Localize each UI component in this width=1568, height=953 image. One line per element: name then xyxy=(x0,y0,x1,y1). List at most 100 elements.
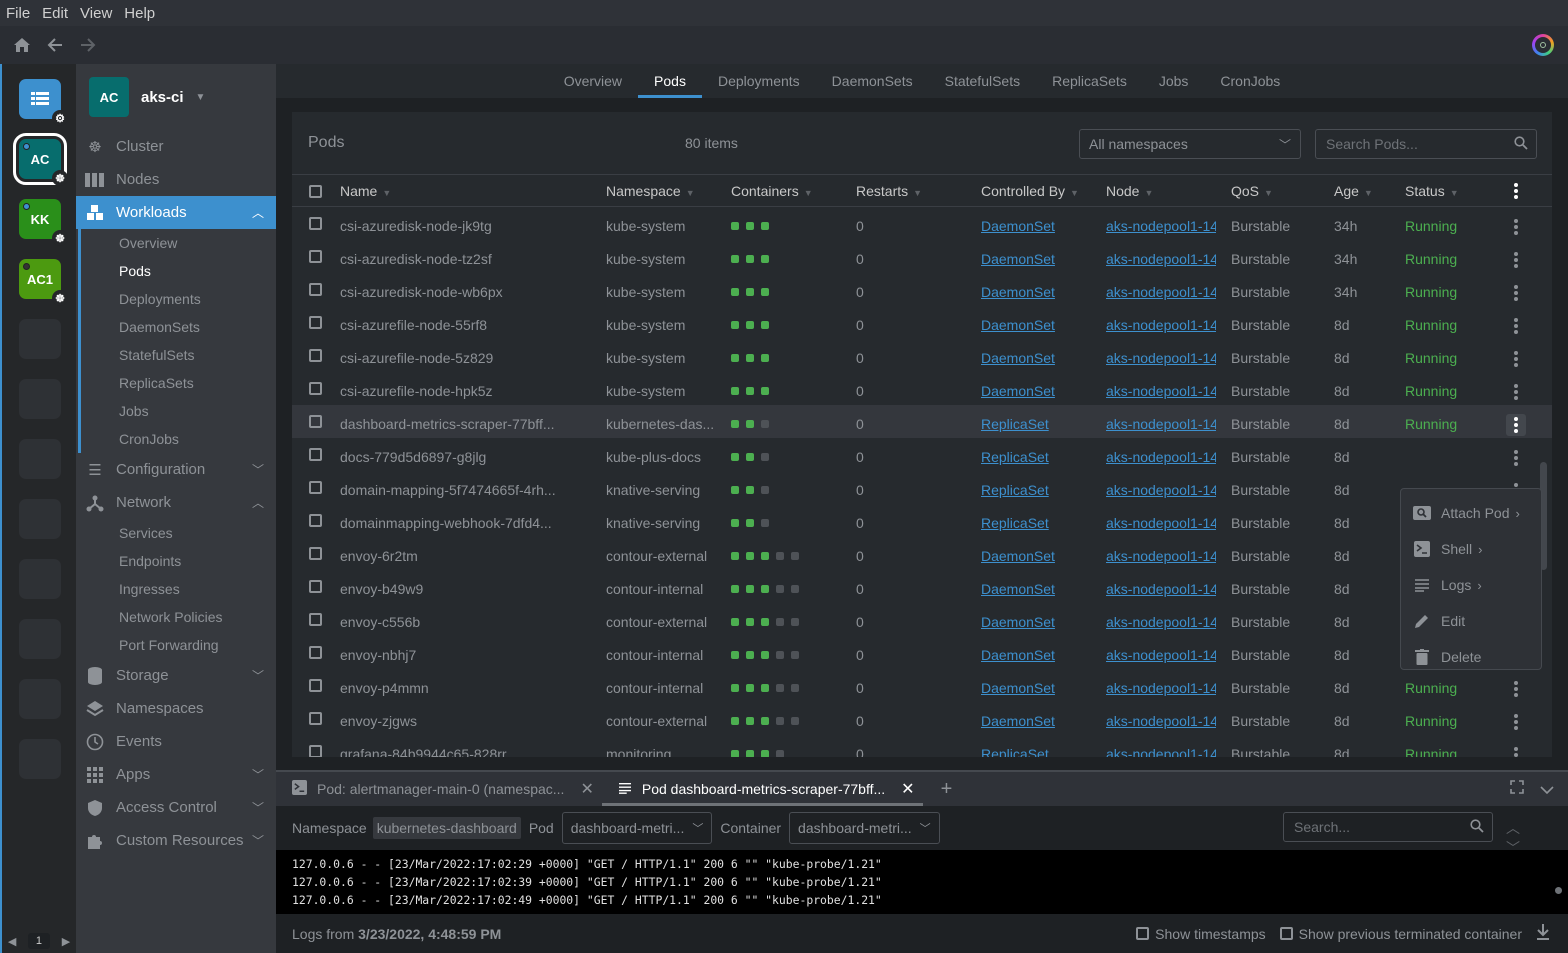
sidebar-item-cluster[interactable]: ☸ Cluster xyxy=(76,130,276,163)
sidebar-item-storage[interactable]: Storage ﹀ xyxy=(76,659,276,692)
table-row[interactable]: envoy-nbhj7 contour-internal 0 DaemonSet aks… xyxy=(292,636,1552,669)
hotbar-empty-slot[interactable] xyxy=(19,319,61,359)
namespace-select[interactable]: All namespaces ﹀ xyxy=(1079,129,1301,159)
row-menu-button[interactable] xyxy=(1506,711,1526,733)
menu-item-shell[interactable]: Shell › xyxy=(1401,531,1541,567)
pod-select[interactable]: dashboard-metri... ﹀ xyxy=(561,812,713,844)
column-status[interactable]: Status ▼ xyxy=(1405,183,1459,199)
table-row[interactable]: csi-azurefile-node-hpk5z kube-system 0 Daem… xyxy=(292,372,1552,405)
row-menu-button[interactable] xyxy=(1506,282,1526,304)
arrow-right-icon[interactable] xyxy=(76,33,100,57)
column-containers[interactable]: Containers ▼ xyxy=(731,183,813,199)
row-menu-button[interactable] xyxy=(1506,216,1526,238)
column-restarts[interactable]: Restarts ▼ xyxy=(856,183,922,199)
chevron-down-icon[interactable]: ﹀ xyxy=(252,832,264,849)
row-menu-button[interactable] xyxy=(1506,348,1526,370)
row-menu-button[interactable] xyxy=(1506,315,1526,337)
search-pods-input[interactable]: Search Pods... xyxy=(1315,129,1537,159)
hotbar-empty-slot[interactable] xyxy=(19,739,61,779)
row-checkbox[interactable] xyxy=(309,580,322,593)
row-menu-button[interactable] xyxy=(1506,414,1526,436)
tab-cronjobs[interactable]: CronJobs xyxy=(1204,64,1296,98)
table-row[interactable]: domain-mapping-5f7474665f-4rh... knative-… xyxy=(292,471,1552,504)
column-node[interactable]: Node ▼ xyxy=(1106,183,1153,199)
tab-jobs[interactable]: Jobs xyxy=(1143,64,1205,98)
row-checkbox[interactable] xyxy=(309,250,322,263)
tab-statefulsets[interactable]: StatefulSets xyxy=(929,64,1037,98)
chevron-up-icon[interactable]: ︿ xyxy=(252,204,264,221)
sidebar-subitem-pods[interactable]: Pods xyxy=(81,257,276,285)
hotbar-cluster-ac1[interactable]: AC1 ☸ xyxy=(19,259,68,306)
table-row[interactable]: docs-779d5d6897-g8jlg kube-plus-docs 0 Repl… xyxy=(292,438,1552,471)
menu-item-logs[interactable]: Logs › xyxy=(1401,567,1541,603)
sidebar-item-network[interactable]: Network ︿ xyxy=(76,486,276,519)
hotbar-empty-slot[interactable] xyxy=(19,679,61,719)
sidebar-subitem-jobs[interactable]: Jobs xyxy=(81,397,276,425)
menu-help[interactable]: Help xyxy=(124,5,155,22)
row-checkbox[interactable] xyxy=(309,316,322,329)
cell-node[interactable]: aks-nodepool1-14 xyxy=(1106,744,1216,757)
table-row[interactable]: envoy-6r2tm contour-external 0 DaemonSet aks… xyxy=(292,537,1552,570)
column-qos[interactable]: QoS ▼ xyxy=(1231,183,1273,199)
row-checkbox[interactable] xyxy=(309,712,322,725)
menu-item-edit[interactable]: Edit xyxy=(1401,603,1541,639)
chevron-down-icon[interactable]: ﹀ xyxy=(252,461,264,478)
sidebar-subitem-overview[interactable]: Overview xyxy=(81,229,276,257)
column-namespace[interactable]: Namespace ▼ xyxy=(606,183,695,199)
table-row[interactable]: envoy-b49w9 contour-internal 0 DaemonSet aks… xyxy=(292,570,1552,603)
chevron-up-icon[interactable]: ︿ xyxy=(252,494,264,511)
tab-pods[interactable]: Pods xyxy=(638,64,702,98)
table-row[interactable]: csi-azurefile-node-55rf8 kube-system 0 Daem… xyxy=(292,306,1552,339)
scroll-indicator[interactable] xyxy=(1555,887,1562,894)
tab-replicasets[interactable]: ReplicaSets xyxy=(1036,64,1143,98)
close-icon[interactable]: ✕ xyxy=(580,779,593,799)
table-row[interactable]: dashboard-metrics-scraper-77bff... kubern… xyxy=(292,405,1552,438)
table-row[interactable]: csi-azuredisk-node-tz2sf kube-system 0 Daem… xyxy=(292,240,1552,273)
tab-overview[interactable]: Overview xyxy=(548,64,638,98)
chevron-up-icon[interactable]: ︿ xyxy=(1506,820,1520,836)
row-menu-button[interactable] xyxy=(1506,249,1526,271)
show-timestamps-checkbox[interactable]: Show timestamps xyxy=(1136,926,1266,942)
arrow-left-icon[interactable] xyxy=(43,33,67,57)
sidebar-item-events[interactable]: Events xyxy=(76,725,276,758)
select-all-checkbox[interactable] xyxy=(309,185,322,198)
row-menu-button[interactable] xyxy=(1506,678,1526,700)
hotbar-empty-slot[interactable] xyxy=(19,619,61,659)
table-row[interactable]: envoy-zjgws contour-external 0 DaemonSet aks… xyxy=(292,702,1552,735)
table-row[interactable]: csi-azuredisk-node-wb6px kube-system 0 Daem… xyxy=(292,273,1552,306)
row-checkbox[interactable] xyxy=(309,745,322,757)
row-checkbox[interactable] xyxy=(309,547,322,560)
cell-controlled-by[interactable]: ReplicaSet xyxy=(981,744,1091,757)
row-checkbox[interactable] xyxy=(309,382,322,395)
sidebar-subitem-statefulsets[interactable]: StatefulSets xyxy=(81,341,276,369)
column-name[interactable]: Name ▼ xyxy=(340,183,391,199)
close-icon[interactable]: ✕ xyxy=(901,779,914,799)
row-checkbox[interactable] xyxy=(309,283,322,296)
table-row[interactable]: domainmapping-webhook-7dfd4... knative-se… xyxy=(292,504,1552,537)
home-icon[interactable] xyxy=(10,33,34,57)
sidebar-subitem-services[interactable]: Services xyxy=(81,519,276,547)
sidebar-subitem-deployments[interactable]: Deployments xyxy=(81,285,276,313)
dock-tab-logs[interactable]: Pod dashboard-metrics-scraper-77bff... ✕ xyxy=(601,772,923,806)
row-checkbox[interactable] xyxy=(309,646,322,659)
hotbar-cluster-ac[interactable]: AC ☸ xyxy=(13,133,68,186)
chevron-down-icon[interactable]: ﹀ xyxy=(252,799,264,816)
row-checkbox[interactable] xyxy=(309,448,322,461)
table-row[interactable]: csi-azuredisk-node-jk9tg kube-system 0 Daem… xyxy=(292,207,1552,240)
sidebar-item-namespaces[interactable]: Namespaces xyxy=(76,692,276,725)
row-checkbox[interactable] xyxy=(309,349,322,362)
row-checkbox[interactable] xyxy=(309,514,322,527)
container-select[interactable]: dashboard-metri... ﹀ xyxy=(789,812,940,844)
caret-left-icon[interactable]: ◀ xyxy=(8,935,16,948)
cluster-header[interactable]: AC aks-ci ▼ xyxy=(76,64,276,130)
table-row[interactable]: grafana-84b9944c65-828rr monitoring 0 Repli… xyxy=(292,735,1552,757)
caret-right-icon[interactable]: ▶ xyxy=(62,935,70,948)
menu-file[interactable]: File xyxy=(6,5,30,22)
chevron-down-icon[interactable] xyxy=(1540,781,1554,797)
caret-down-icon[interactable]: ▼ xyxy=(196,92,206,103)
dock-tab-shell[interactable]: Pod: alertmanager-main-0 (namespac... ✕ xyxy=(276,772,594,806)
row-checkbox[interactable] xyxy=(309,415,322,428)
row-checkbox[interactable] xyxy=(309,613,322,626)
column-menu-button[interactable] xyxy=(1506,180,1526,202)
row-checkbox[interactable] xyxy=(309,679,322,692)
